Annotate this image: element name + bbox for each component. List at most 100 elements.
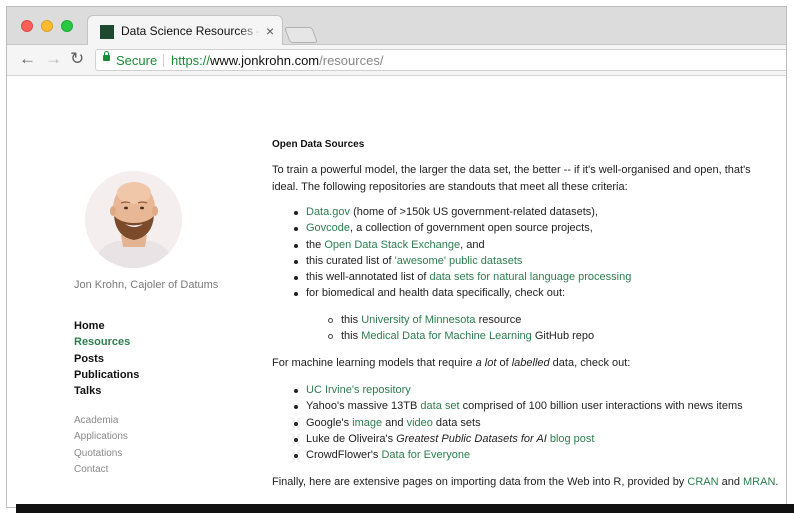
list-item: this well-annotated list of data sets fo… xyxy=(293,269,632,285)
link-mran[interactable]: MRAN xyxy=(743,476,775,488)
list-item: Luke de Oliveira's Greatest Public Datas… xyxy=(294,431,743,447)
site-favicon-icon xyxy=(100,25,114,39)
link-cran[interactable]: CRAN xyxy=(687,476,718,488)
bottom-edge-bar xyxy=(16,504,794,513)
list-text: this well-annotated list of xyxy=(306,271,430,284)
nav-item-resources[interactable]: Resources xyxy=(74,334,139,350)
list-text: the xyxy=(306,238,325,251)
address-divider xyxy=(163,54,164,67)
lock-icon xyxy=(103,51,110,61)
list-text: comprised of 100 billion user interactio… xyxy=(459,400,743,413)
screenshot-frame: Data Science Resources — Jon Krohn × ← →… xyxy=(0,0,794,513)
secure-label: Secure xyxy=(116,53,158,68)
nav-item-home[interactable]: Home xyxy=(74,318,139,334)
text-span: data, check out: xyxy=(549,357,631,369)
secondary-nav: Academia Applications Quotations Contact xyxy=(74,413,128,478)
link-medical-data-ml[interactable]: Medical Data for Machine Learning xyxy=(361,330,532,342)
link-google-image[interactable]: image xyxy=(352,417,382,429)
back-arrow-icon[interactable]: ← xyxy=(19,49,36,69)
link-data-gov[interactable]: Data.gov xyxy=(306,206,350,218)
browser-toolbar: ← → ↻ Secure https://www.jonkrohn.com/re… xyxy=(7,45,786,76)
tab-bar: Data Science Resources — Jon Krohn × xyxy=(7,7,786,45)
close-window-button[interactable] xyxy=(21,20,33,32)
nav-item-quotations[interactable]: Quotations xyxy=(74,446,128,462)
list-item: Google's image and video data sets xyxy=(294,415,743,431)
text-span: For machine learning models that require xyxy=(272,357,476,369)
list-text: GitHub repo xyxy=(531,330,595,343)
list-text: this xyxy=(341,314,362,326)
link-yahoo-data-set[interactable]: data set xyxy=(420,400,459,412)
link-open-data-stack-exchange[interactable]: Open Data Stack Exchange xyxy=(324,239,460,251)
new-tab-button[interactable] xyxy=(284,27,318,43)
list-text: , a collection of government open source… xyxy=(350,222,593,235)
author-avatar xyxy=(85,171,182,268)
list-item: Govcode, a collection of government open… xyxy=(293,220,631,236)
list-item: for biomedical and health data specifica… xyxy=(293,285,631,301)
nav-item-posts[interactable]: Posts xyxy=(74,351,139,367)
text-span: of xyxy=(496,357,512,369)
biomedical-sublist: this University of Minnesota resource th… xyxy=(327,312,595,345)
url-path: /resources/ xyxy=(319,53,384,68)
nav-item-contact[interactable]: Contact xyxy=(74,462,128,478)
final-paragraph: Finally, here are extensive pages on imp… xyxy=(272,474,778,490)
link-awesome-public-datasets[interactable]: 'awesome' public datasets xyxy=(395,255,523,267)
section-heading: Open Data Sources xyxy=(272,139,365,150)
window-controls xyxy=(21,20,73,32)
forward-arrow-icon[interactable]: → xyxy=(45,49,62,69)
list-item: the Open Data Stack Exchange, and xyxy=(293,237,631,253)
url-scheme: https:// xyxy=(171,53,211,68)
list-item: Data.gov (home of >150k US government-re… xyxy=(293,204,631,220)
browser-window: Data Science Resources — Jon Krohn × ← →… xyxy=(6,6,787,508)
emphasis-text: a lot xyxy=(475,357,497,369)
maximize-window-button[interactable] xyxy=(61,20,73,32)
list-text: data sets xyxy=(432,416,481,429)
list-item: UC Irvine's repository xyxy=(294,382,743,398)
page-viewport: Jon Krohn, Cajoler of Datums Home Resour… xyxy=(7,76,786,507)
list-text: (home of >150k US government-related dat… xyxy=(350,206,598,218)
link-google-video[interactable]: video xyxy=(407,417,433,429)
link-govcode[interactable]: Govcode xyxy=(306,222,350,234)
tab-active[interactable]: Data Science Resources — Jon Krohn × xyxy=(87,15,283,45)
link-nlp-datasets[interactable]: data sets for natural language processin… xyxy=(430,271,632,283)
list-item: Yahoo's massive 13TB data set comprised … xyxy=(294,398,743,414)
text-span: and xyxy=(718,476,744,488)
main-nav: Home Resources Posts Publications Talks xyxy=(74,318,139,399)
link-university-of-minnesota[interactable]: University of Minnesota xyxy=(361,314,475,326)
url-host: www.jonkrohn.com xyxy=(210,53,320,68)
author-tagline: Jon Krohn, Cajoler of Datums xyxy=(74,279,219,291)
list-item: CrowdFlower's Data for Everyone xyxy=(294,447,743,463)
nav-item-publications[interactable]: Publications xyxy=(74,367,139,383)
list-text: this xyxy=(341,330,362,343)
emphasis-text: Greatest Public Datasets for AI xyxy=(396,432,547,445)
nav-item-talks[interactable]: Talks xyxy=(74,383,139,399)
address-bar[interactable]: Secure https://www.jonkrohn.com/resource… xyxy=(95,49,786,71)
list-text: Luke de Oliveira's xyxy=(306,432,397,445)
link-uc-irvine[interactable]: UC Irvine's repository xyxy=(306,384,411,396)
list-item: this Medical Data for Machine Learning G… xyxy=(327,328,595,344)
nav-item-academia[interactable]: Academia xyxy=(74,413,128,429)
link-blog-post[interactable]: blog post xyxy=(550,433,595,445)
tab-close-icon[interactable]: × xyxy=(266,22,274,40)
list-text: and xyxy=(382,416,407,429)
text-span: Finally, here are extensive pages on imp… xyxy=(272,476,688,488)
reload-icon[interactable]: ↻ xyxy=(70,49,84,69)
ml-datasets-list: UC Irvine's repository Yahoo's massive 1… xyxy=(294,382,743,463)
nav-item-applications[interactable]: Applications xyxy=(74,429,128,445)
list-item: this University of Minnesota resource xyxy=(327,312,594,328)
ml-intro-paragraph: For machine learning models that require… xyxy=(272,355,630,371)
repositories-list: Data.gov (home of >150k US government-re… xyxy=(293,204,632,302)
list-text: CrowdFlower's xyxy=(306,449,382,462)
list-text: this curated list of xyxy=(306,254,395,267)
list-text: resource xyxy=(475,314,522,326)
author-portrait-icon xyxy=(85,171,182,268)
list-text: Google's xyxy=(306,416,353,429)
list-text: Yahoo's massive 13TB xyxy=(306,400,421,413)
tab-title-fade xyxy=(238,22,262,40)
url-text[interactable]: https://www.jonkrohn.com/resources/ xyxy=(171,53,383,68)
link-data-for-everyone[interactable]: Data for Everyone xyxy=(381,449,470,461)
list-text: for biomedical and health data specifica… xyxy=(306,287,566,300)
minimize-window-button[interactable] xyxy=(41,20,53,32)
text-span: . xyxy=(775,476,779,488)
emphasis-text: labelled xyxy=(511,357,550,369)
list-text: , and xyxy=(460,238,485,251)
